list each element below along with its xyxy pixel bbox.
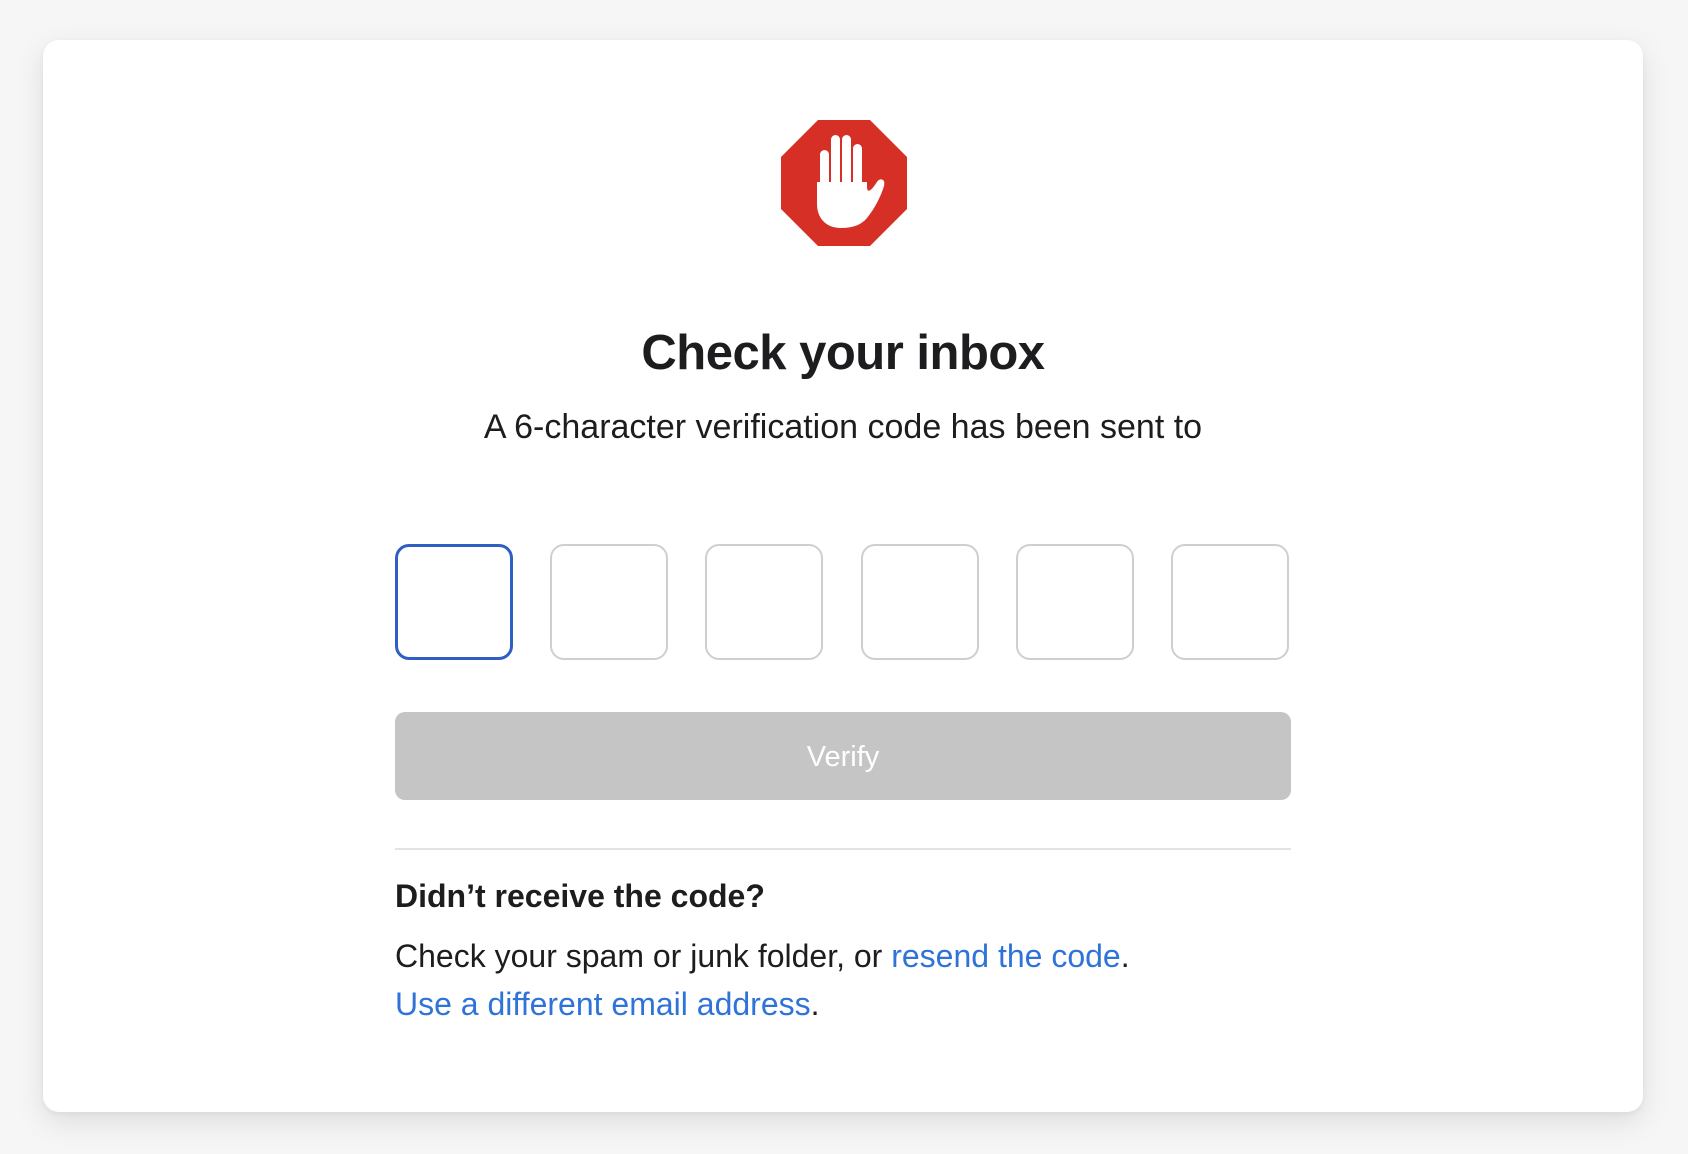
help-text-line: Check your spam or junk folder, or resen… [395,938,1130,975]
resend-code-link[interactable]: resend the code [891,938,1121,974]
different-email-line: Use a different email address. [395,986,820,1023]
help-text-period: . [1120,938,1130,974]
stop-hand-icon [781,120,907,246]
verify-button[interactable]: Verify [395,712,1291,800]
code-digit-6[interactable] [1171,544,1289,660]
code-digit-3[interactable] [705,544,823,660]
page-subtitle: A 6-character verification code has been… [483,408,1203,446]
page-title: Check your inbox [641,326,1045,380]
different-email-link[interactable]: Use a different email address [395,986,811,1022]
code-digit-2[interactable] [550,544,668,660]
divider [395,848,1291,850]
code-digit-4[interactable] [861,544,979,660]
verification-card: Check your inbox A 6-character verificat… [43,40,1643,1112]
help-heading: Didn’t receive the code? [395,878,765,914]
code-digit-5[interactable] [1016,544,1134,660]
code-input-row [395,544,1291,664]
help-text-prefix: Check your spam or junk folder, or [395,938,892,974]
code-digit-1[interactable] [395,544,513,660]
different-email-period: . [810,986,820,1022]
